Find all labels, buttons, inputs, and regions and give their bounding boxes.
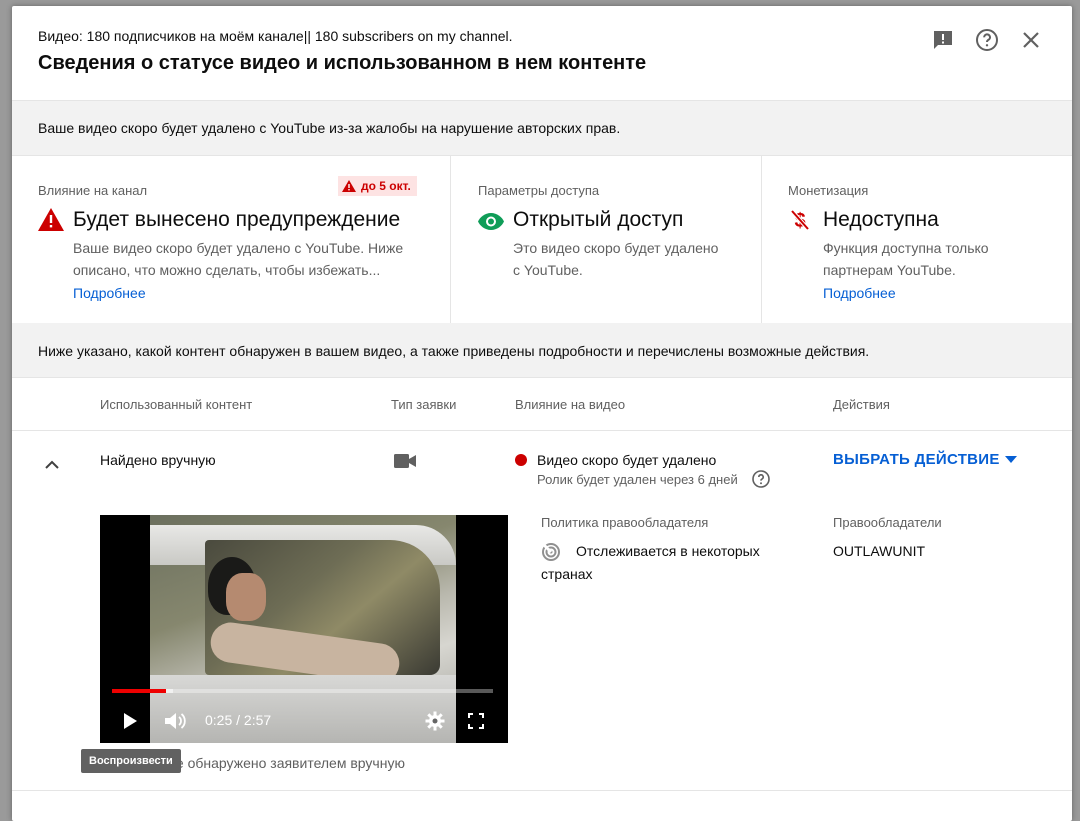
progress-fill: [112, 689, 166, 693]
content-info-text: Ниже указано, какой контент обнаружен в …: [38, 343, 870, 359]
card-value: Недоступна: [823, 208, 939, 231]
column-header-content: Использованный контент: [100, 397, 253, 412]
play-tooltip: Воспроизвести: [81, 749, 181, 773]
card-label: Параметры доступа: [478, 183, 600, 198]
frame-detail: [226, 573, 266, 621]
card-description: Функция доступна только партнерам YouTub…: [823, 237, 989, 281]
caret-down-icon[interactable]: [1005, 456, 1017, 463]
card-monetization: Монетизация $ Недоступна Функция доступн…: [761, 155, 1072, 323]
column-header-claim-type: Тип заявки: [391, 397, 457, 412]
status-cards: Влияние на канал до 5 окт. Будет вынесен…: [12, 155, 1072, 324]
card-description: Ваше видео скоро будет удалено с YouTube…: [73, 237, 403, 281]
card-value: Открытый доступ: [513, 208, 684, 231]
card-desc-line: описано, что можно сделать, чтобы избежа…: [73, 262, 381, 278]
video-frame: [150, 515, 456, 743]
play-button[interactable]: [118, 711, 142, 731]
learn-more-link[interactable]: Подробнее: [73, 285, 146, 301]
video-subtitle: Видео: 180 подписчиков на моём канале|| …: [38, 28, 513, 44]
video-player[interactable]: 0:25 / 2:57: [100, 515, 508, 743]
card-label: Влияние на канал: [38, 183, 148, 198]
frame-detail: [150, 675, 456, 743]
gear-icon: [425, 711, 445, 731]
column-header-actions: Действия: [833, 397, 890, 412]
video-camera-icon: [394, 454, 416, 468]
column-header-impact: Влияние на видео: [515, 397, 626, 412]
dialog-title: Сведения о статусе видео и использованно…: [38, 52, 647, 74]
card-label: Монетизация: [788, 183, 869, 198]
removal-banner-text: Ваше видео скоро будет удалено с YouTube…: [38, 120, 621, 136]
policy-value-cont: странах: [541, 566, 593, 582]
settings-button[interactable]: [423, 710, 447, 732]
card-access: Параметры доступа Открытый доступ Это ви…: [450, 155, 762, 323]
tooltip-text: Воспроизвести: [89, 755, 173, 767]
progress-bar[interactable]: [112, 689, 493, 693]
feedback-icon[interactable]: [929, 26, 957, 54]
card-desc-line: Функция доступна только: [823, 240, 989, 256]
fullscreen-button[interactable]: [464, 710, 488, 732]
volume-icon: [165, 713, 186, 729]
card-desc-line: с YouTube.: [513, 262, 583, 278]
eye-icon: [478, 213, 504, 230]
help-icon[interactable]: [973, 26, 1001, 54]
play-icon: [124, 713, 137, 729]
claim-details-dialog: Видео: 180 подписчиков на моём канале|| …: [12, 6, 1072, 821]
learn-more-link[interactable]: Подробнее: [823, 285, 896, 301]
divider: [12, 790, 1072, 791]
track-policy-icon: [542, 543, 560, 561]
policy-label: Политика правообладателя: [541, 515, 709, 530]
content-name: Найдено вручную: [100, 452, 216, 468]
warning-triangle-icon: [38, 208, 64, 231]
card-desc-line: Это видео скоро будет удалено: [513, 240, 719, 256]
status-dot: [515, 454, 527, 466]
select-action-button[interactable]: ВЫБРАТЬ ДЕЙСТВИЕ: [833, 451, 1000, 468]
impact-text: Видео скоро будет удалено: [537, 452, 717, 468]
warning-small-icon: [342, 180, 356, 192]
close-icon[interactable]: [1017, 26, 1045, 54]
dollar-off-icon: $: [790, 209, 810, 232]
chevron-up-icon: [45, 460, 59, 469]
card-description: Это видео скоро будет удалено с YouTube.: [513, 237, 718, 281]
time-display: 0:25 / 2:57: [205, 712, 272, 728]
deadline-badge: до 5 окт.: [338, 176, 417, 196]
collapse-row-button[interactable]: [40, 452, 64, 476]
fullscreen-icon: [468, 713, 484, 729]
removal-banner: Ваше видео скоро будет удалено с YouTube…: [12, 100, 1072, 156]
policy-value: Отслеживается в некоторых: [576, 543, 760, 559]
owner-name: OUTLAWUNIT: [833, 543, 926, 559]
volume-button[interactable]: [163, 710, 189, 732]
content-info-banner: Ниже указано, какой контент обнаружен в …: [12, 323, 1072, 378]
deadline-text: до 5 окт.: [361, 179, 411, 193]
card-desc-line: партнерам YouTube.: [823, 262, 956, 278]
divider: [12, 430, 1072, 431]
help-small-icon[interactable]: [752, 470, 770, 488]
owners-label: Правообладатели: [833, 515, 942, 530]
card-value: Будет вынесено предупреждение: [73, 208, 401, 231]
impact-subtext: Ролик будет удален через 6 дней: [537, 472, 738, 487]
card-desc-line: Ваше видео скоро будет удалено с YouTube…: [73, 240, 404, 256]
card-channel-impact: Влияние на канал до 5 окт. Будет вынесен…: [12, 155, 450, 323]
